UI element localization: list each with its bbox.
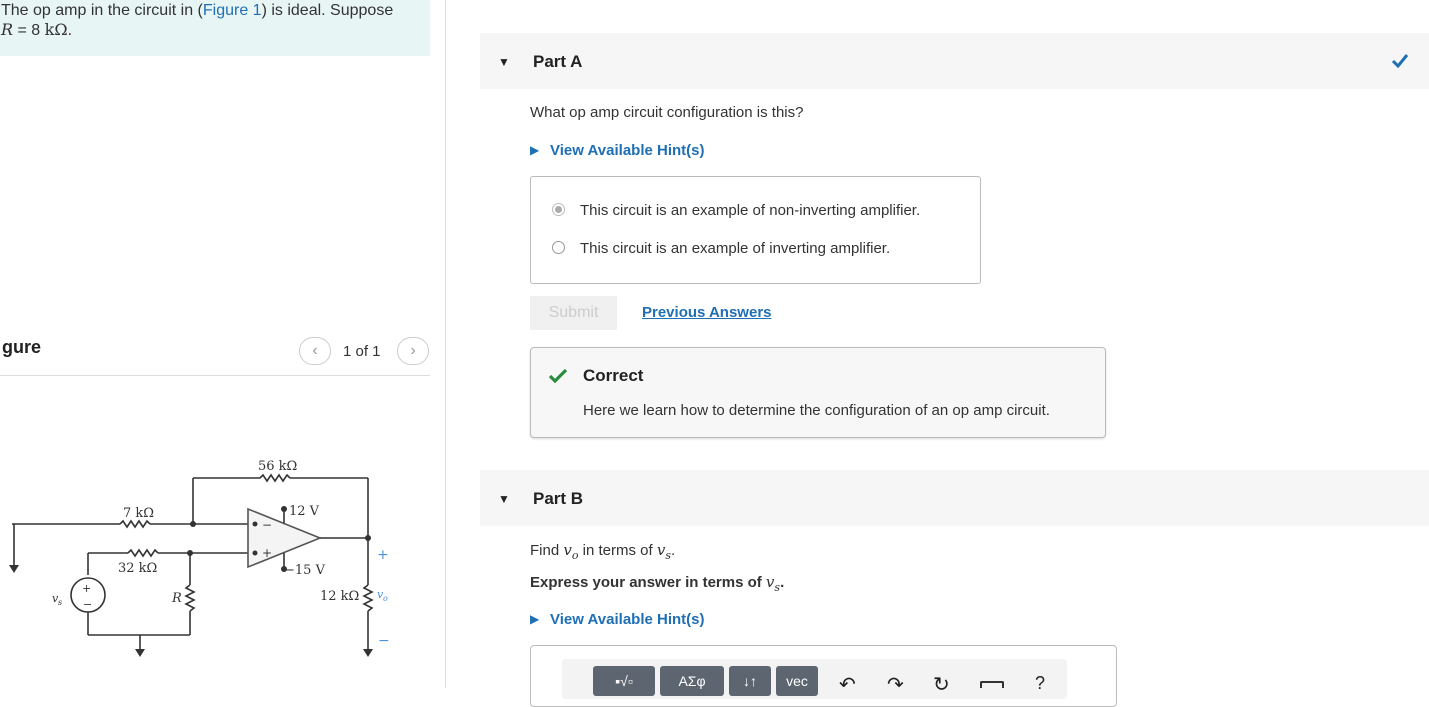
figure-pager: 1 of 1 (343, 343, 381, 360)
label-r: R (171, 591, 182, 606)
label-opamp-plus: + (262, 546, 272, 560)
correct-check-icon (548, 368, 568, 384)
part-a-header[interactable] (480, 33, 1429, 89)
previous-answers-link[interactable]: Previous Answers (642, 304, 772, 321)
feedback-text: Here we learn how to determine the confi… (583, 402, 1050, 419)
redo-icon[interactable]: ↷ (887, 672, 904, 697)
problem-text-end: ) is ideal. Suppose (261, 2, 394, 19)
part-b-instructions: Express your answer in terms of vs. (530, 573, 784, 594)
label-source-minus: − (83, 598, 92, 611)
reset-icon[interactable]: ↻ (933, 672, 950, 697)
label-12k: 12 kΩ (320, 589, 359, 604)
submit-button[interactable]: Submit (530, 296, 617, 330)
option-1-radio[interactable] (552, 203, 565, 216)
figure-link[interactable]: Figure 1 (203, 2, 262, 19)
problem-text: The op amp in the circuit in (Figure 1) … (0, 0, 430, 40)
express-end: . (780, 574, 785, 591)
label-vs-sub: s (58, 598, 62, 607)
part-b-question: Find vo in terms of vs. (530, 541, 675, 562)
check-icon (1391, 54, 1409, 69)
undo-icon[interactable]: ↶ (839, 672, 856, 697)
option-2-radio[interactable] (552, 241, 565, 254)
problem-text-start: The op amp in the circuit in ( (1, 2, 203, 19)
express-pre: Express your answer in terms of (530, 574, 766, 591)
caret-right-icon: ▶ (530, 612, 540, 626)
chevron-right-icon: › (410, 342, 416, 359)
part-a-question: What op amp circuit configuration is thi… (530, 104, 804, 121)
feedback-box (530, 347, 1106, 438)
part-b-title: Part B (533, 489, 584, 508)
label-12v: 12 V (289, 504, 320, 519)
help-icon[interactable]: ? (1035, 673, 1045, 694)
part-a-title: Part A (533, 52, 583, 71)
panel-divider (445, 0, 446, 688)
next-figure-button[interactable]: › (397, 337, 429, 365)
part-a-hint-link[interactable]: View Available Hint(s) (550, 142, 705, 159)
var-vo: v (563, 541, 572, 559)
caret-right-icon: ▶ (530, 143, 540, 157)
label-source-plus: + (82, 582, 91, 595)
label-minus15v: −15 V (284, 563, 326, 578)
label-32k: 32 kΩ (118, 561, 157, 576)
label-opamp-minus: − (262, 518, 272, 532)
r-value: = 8 (13, 22, 45, 39)
caret-down-icon[interactable]: ▼ (498, 492, 510, 506)
find-end: . (670, 542, 676, 559)
option-1-label[interactable]: This circuit is an example of non-invert… (580, 202, 920, 219)
option-2-label[interactable]: This circuit is an example of inverting … (580, 240, 890, 257)
label-56k: 56 kΩ (258, 459, 297, 474)
circuit-diagram: 56 kΩ 7 kΩ 32 kΩ 12 V −15 V R 12 kΩ v s … (9, 459, 390, 657)
subscript-button[interactable]: ↓↑ (729, 666, 771, 696)
part-b-hint-link[interactable]: View Available Hint(s) (550, 611, 705, 628)
caret-down-icon[interactable]: ▼ (498, 55, 510, 69)
label-out-minus: − (378, 633, 390, 649)
r-period: . (67, 22, 73, 39)
vector-button[interactable]: vec (776, 666, 818, 696)
r-symbol: R (1, 20, 14, 39)
templates-button[interactable]: ▪√▫ (593, 666, 655, 696)
problem-statement: The op amp in the circuit in (Figure 1) … (0, 0, 430, 56)
keyboard-icon[interactable] (980, 681, 1004, 688)
answer-options (530, 176, 981, 284)
find-mid: in terms of (578, 542, 657, 559)
label-vo-sub: o (383, 594, 388, 603)
r-unit: kΩ (44, 20, 68, 39)
find-pre: Find (530, 542, 564, 559)
part-b-header[interactable] (480, 470, 1429, 526)
label-7k: 7 kΩ (123, 506, 154, 521)
feedback-title: Correct (583, 366, 644, 385)
symbols-button[interactable]: ΑΣφ (660, 666, 724, 696)
prev-figure-button[interactable]: ‹ (299, 337, 331, 365)
figure-title: gure (2, 337, 42, 357)
label-out-plus: + (377, 547, 389, 563)
chevron-left-icon: ‹ (312, 342, 318, 359)
